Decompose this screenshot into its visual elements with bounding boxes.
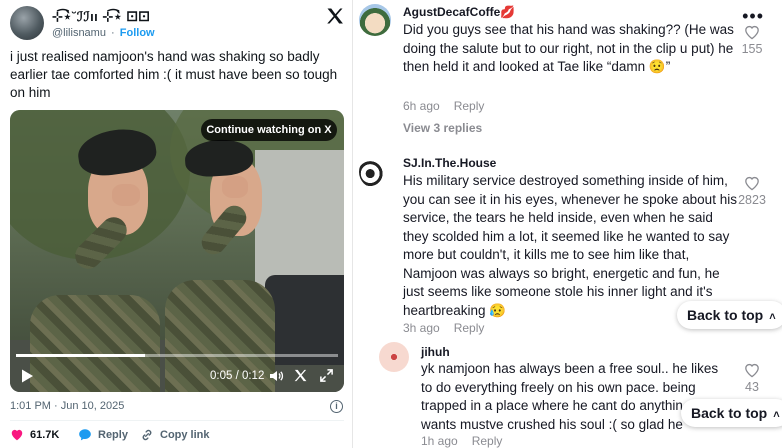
soldier-left-body [30,295,160,392]
video-progress-fill [16,354,145,357]
comment-like-count: 2823 [738,193,766,207]
fullscreen-icon[interactable] [319,368,335,384]
like-count: 61.7K [30,428,60,441]
back-to-top-label: Back to top [687,307,764,323]
comment-reply-button[interactable]: Reply [454,321,485,335]
comment-username[interactable]: SJ.In.The.House [403,156,496,170]
comment-like-count: 155 [741,42,763,56]
tweet-video[interactable]: Continue watching on X 0:05 / 0:12 [10,110,344,392]
separator-dot: · [111,27,115,39]
tweet-card: ⊹͡⋆̀˘ℐℐıı ⊹͡⋆̀ ⚀⚀ @lilisnamu · Follow i … [0,0,352,448]
comment-text: His military service destroyed something… [403,173,737,318]
comment-text: Did you guys see that his hand was shaki… [403,22,734,74]
comment-username[interactable]: AgustDecafCoffe💋 [403,5,515,19]
heart-outline-icon [745,363,759,378]
back-to-top-label: Back to top [691,405,768,421]
comment-like-count: 43 [745,380,759,394]
comments-panel: ••• AgustDecafCoffe💋 Did you guys see th… [352,0,782,448]
comment-meta: 6h ago Reply [403,99,484,113]
comment-reply-button[interactable]: Reply [454,99,485,113]
reply-bubble-icon [79,429,91,441]
comment-like-button[interactable]: 2823 [734,175,770,207]
tweet-header: ⊹͡⋆̀˘ℐℐıı ⊹͡⋆̀ ⚀⚀ @lilisnamu · Follow [10,6,345,42]
chevron-up-icon: ˄ [773,409,780,421]
author-handle[interactable]: @lilisnamu [52,27,106,39]
author-display-name[interactable]: ⊹͡⋆̀˘ℐℐıı ⊹͡⋆̀ ⚀⚀ [52,9,150,25]
comment-meta: 1h ago Reply [421,434,502,448]
tweet-timestamp[interactable]: 1:01 PM · Jun 10, 2025 [10,400,124,412]
author-handle-row: @lilisnamu · Follow [52,27,155,39]
commenter-avatar[interactable] [359,156,391,188]
comment-time: 6h ago [403,99,440,113]
chevron-up-icon: ˄ [769,311,776,323]
play-icon[interactable] [19,368,35,384]
info-icon[interactable]: i [330,400,343,413]
author-avatar[interactable] [10,6,44,40]
comment-username[interactable]: jihuh [421,345,450,359]
reply-label: Reply [98,428,128,441]
back-to-top-button[interactable]: Back to top ˄ [681,399,782,427]
comment-like-button[interactable]: 43 [734,362,770,394]
copy-link-button[interactable]: Copy link [140,428,210,442]
continue-watching-button[interactable]: Continue watching on X [201,119,337,141]
video-time: 0:05 / 0:12 [210,370,265,382]
volume-icon[interactable] [268,368,284,384]
x-logo-icon[interactable] [325,6,345,26]
comment-meta: 3h ago Reply [403,321,484,335]
divider [10,420,344,421]
x-share-icon[interactable] [293,368,309,384]
heart-icon [11,429,23,441]
comment-like-button[interactable]: 155 [734,24,770,56]
commenter-avatar[interactable] [379,342,409,372]
reply-button[interactable]: Reply [78,428,128,441]
comment-reply-button[interactable]: Reply [472,434,503,448]
commenter-avatar[interactable] [359,4,391,36]
like-button[interactable]: 61.7K [10,428,59,441]
video-frame-car [265,275,344,365]
heart-outline-icon [745,176,759,191]
soldier-left-hand [112,184,140,206]
video-progress-bar[interactable] [16,354,338,357]
tweet-text: i just realised namjoon's hand was shaki… [10,49,338,100]
heart-outline-icon [745,25,759,40]
copy-link-label: Copy link [160,429,210,441]
comment-time: 1h ago [421,434,458,448]
view-replies-button[interactable]: View 3 replies [403,121,482,135]
comment-text: yk namjoon has always been a free soul..… [421,361,719,432]
back-to-top-button[interactable]: Back to top ˄ [677,301,782,329]
link-icon [142,429,152,441]
follow-button[interactable]: Follow [120,27,155,39]
soldier-right-hand [222,176,248,198]
comment-time: 3h ago [403,321,440,335]
